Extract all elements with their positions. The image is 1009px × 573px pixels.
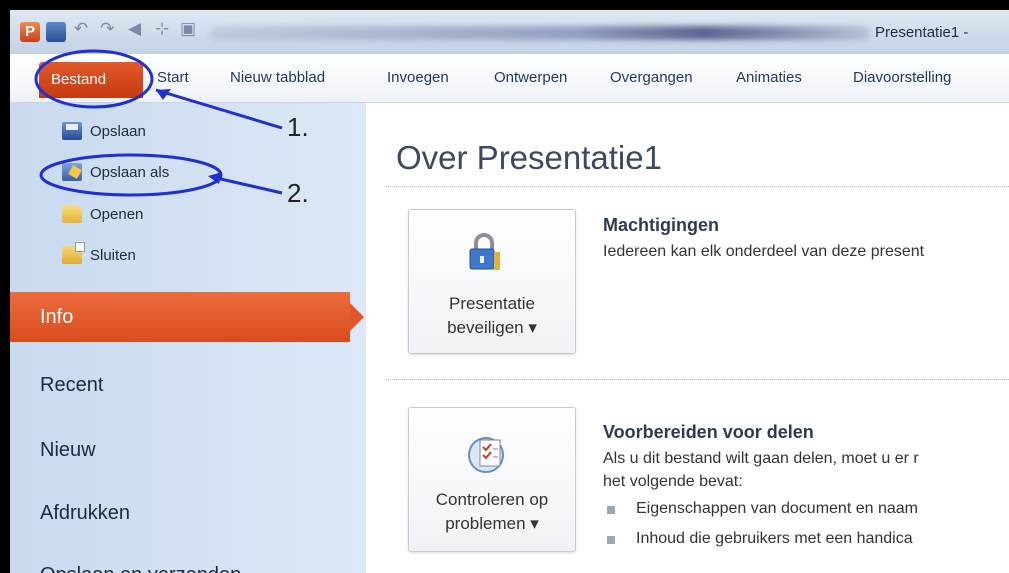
bullet-marker (607, 536, 615, 544)
inspect-document-icon (468, 437, 504, 473)
tab-animations[interactable]: Animaties (736, 69, 802, 86)
nav-info[interactable]: Info (10, 292, 364, 342)
check-label-line2: problemen ▾ (445, 514, 539, 533)
lock-icon (469, 233, 500, 270)
nav-save-send[interactable]: Opslaan en verzenden (40, 564, 241, 573)
ribbon-tab-bar: Bestand Start Nieuw tabblad Invoegen Ont… (10, 54, 1009, 103)
tab-file[interactable]: Bestand (39, 62, 143, 98)
redo-icon[interactable]: ↷ (100, 19, 114, 39)
command-save-label: Opslaan (90, 122, 146, 140)
protect-label-line1: Presentatie (449, 294, 535, 313)
command-save-as[interactable]: Opslaan als (62, 158, 169, 186)
protect-presentation-button[interactable]: Presentatie beveiligen ▾ (408, 209, 576, 354)
tab-start[interactable]: Start (157, 69, 189, 86)
prepare-sharing-heading: Voorbereiden voor delen (603, 422, 814, 442)
tab-transitions[interactable]: Overgangen (610, 69, 693, 86)
bullet-marker (607, 506, 615, 514)
info-pane: Over Presentatie1 Presentatie beveiligen… (366, 103, 1009, 573)
nav-recent[interactable]: Recent (40, 374, 103, 397)
powerpoint-window: P ↶ ↷ ◀ ⊹ ▣ Presentatie1 - Bestand Start… (10, 10, 1009, 573)
check-issues-button[interactable]: Controleren op problemen ▾ (408, 407, 576, 552)
tab-slideshow[interactable]: Diavoorstelling (853, 69, 951, 86)
divider (386, 186, 1009, 187)
quick-access-icon[interactable]: ⊹ (155, 19, 169, 39)
nav-print[interactable]: Afdrukken (40, 502, 130, 525)
save-icon (62, 122, 82, 140)
command-close[interactable]: Sluiten (62, 241, 136, 269)
undo-icon[interactable]: ↶ (74, 19, 88, 39)
title-bar: P ↶ ↷ ◀ ⊹ ▣ Presentatie1 - (10, 10, 1009, 55)
close-folder-icon (62, 242, 85, 264)
command-open-label: Openen (90, 205, 144, 223)
backstage-sidebar: Opslaan Opslaan als Openen Sluiten Info … (10, 103, 366, 573)
protect-label-line2: beveiligen ▾ (447, 318, 537, 337)
powerpoint-logo-icon[interactable]: P (20, 22, 40, 42)
audio-icon[interactable]: ◀ (128, 19, 141, 39)
permissions-heading: Machtigingen (603, 215, 719, 235)
divider (386, 379, 1009, 380)
prepare-sharing-text-line1: Als u dit bestand wilt gaan delen, moet … (603, 450, 919, 467)
permissions-text: Iedereen kan elk onderdeel van deze pres… (603, 243, 925, 260)
annotation-label-1: 1. (287, 112, 309, 142)
prepare-sharing-text-line2: het volgende bevat: (603, 473, 743, 490)
save-as-icon (62, 163, 82, 181)
command-close-label: Sluiten (90, 246, 136, 264)
nav-new[interactable]: Nieuw (40, 439, 96, 462)
command-open[interactable]: Openen (62, 200, 143, 228)
quick-save-icon[interactable] (46, 22, 66, 42)
page-title: Over Presentatie1 (396, 139, 662, 176)
command-save[interactable]: Opslaan (62, 117, 146, 145)
check-label-line1: Controleren op (435, 490, 549, 509)
slideshow-icon[interactable]: ▣ (180, 19, 196, 39)
window-title: Presentatie1 - (875, 24, 969, 41)
annotation-label-2: 2. (287, 178, 309, 208)
tab-insert[interactable]: Invoegen (387, 69, 449, 86)
tab-design[interactable]: Ontwerpen (494, 69, 567, 86)
bullet-item: Eigenschappen van document en naam (636, 500, 918, 517)
open-folder-icon (62, 205, 82, 223)
tab-new-tab[interactable]: Nieuw tabblad (230, 69, 325, 86)
blurred-browser-tab (210, 26, 870, 40)
bullet-item: Inhoud die gebruikers met een handica (636, 530, 913, 547)
command-save-as-label: Opslaan als (90, 163, 170, 181)
